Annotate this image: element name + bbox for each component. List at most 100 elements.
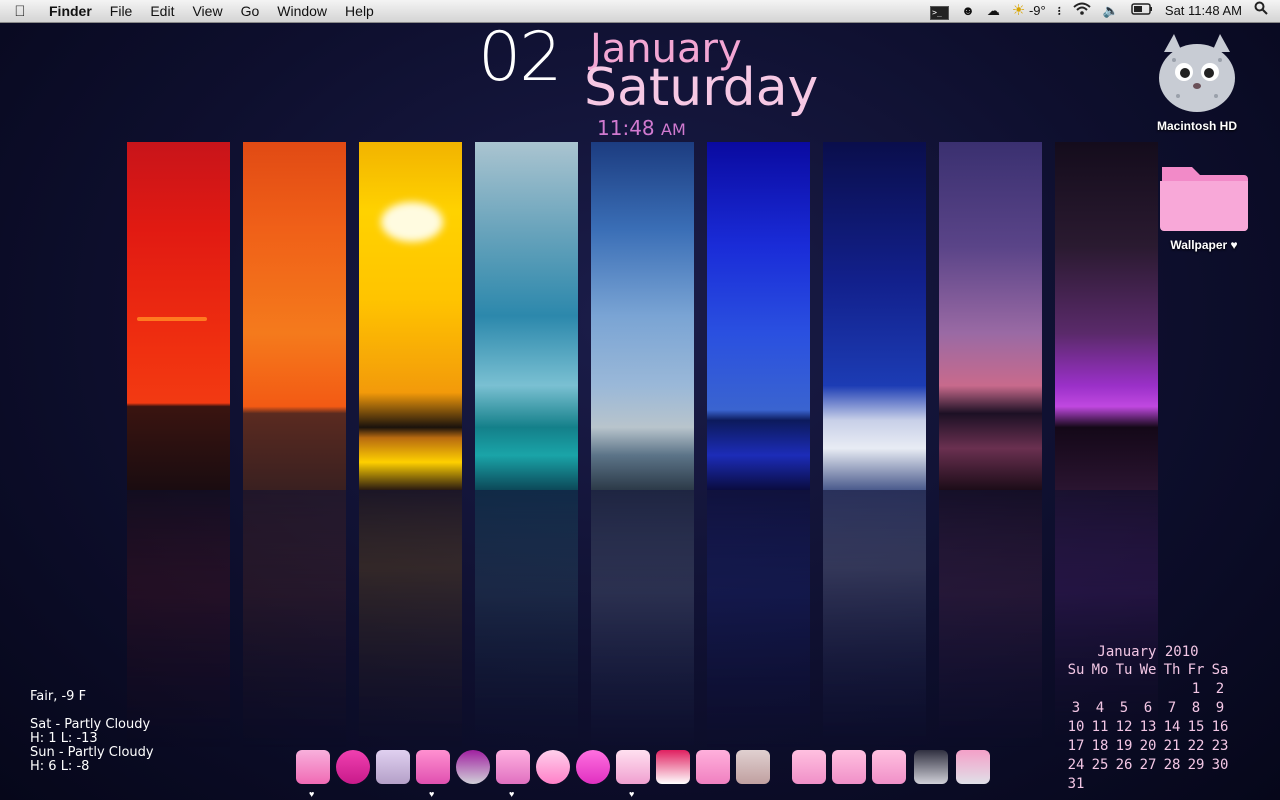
calendar-day: 18 bbox=[1091, 738, 1109, 754]
menu-edit[interactable]: Edit bbox=[141, 0, 183, 22]
calendar-weekday: Fr bbox=[1187, 662, 1205, 678]
calendar-weekday: Th bbox=[1163, 662, 1181, 678]
sun-glow bbox=[381, 202, 443, 242]
calendar-day: 10 bbox=[1067, 719, 1085, 735]
calendar-day bbox=[1112, 681, 1136, 698]
calendar-day: 25 bbox=[1091, 757, 1109, 773]
calendar-day: 6 bbox=[1143, 700, 1153, 716]
reflection-purple bbox=[939, 490, 1042, 750]
applications-folder-icon[interactable] bbox=[792, 750, 826, 784]
itunes-icon[interactable] bbox=[616, 750, 650, 784]
running-indicator-icon: ♥ bbox=[629, 789, 635, 799]
menubar-clock[interactable]: Sat 11:48 AM bbox=[1159, 0, 1248, 22]
desktop-icon-label: Wallpaper ♥ bbox=[1170, 238, 1238, 252]
calendar-day: 22 bbox=[1187, 738, 1205, 754]
calendar-day: 12 bbox=[1115, 719, 1133, 735]
battery-icon[interactable] bbox=[1125, 0, 1159, 22]
calendar-day bbox=[1064, 681, 1088, 698]
spotlight-icon[interactable] bbox=[1248, 0, 1280, 22]
clock-day: 02 bbox=[478, 18, 563, 97]
calendar-weekday: We bbox=[1139, 662, 1157, 678]
desktop-icon-label: Macintosh HD bbox=[1156, 119, 1237, 133]
wallpaper-panel-yellow bbox=[359, 142, 462, 490]
menu-window[interactable]: Window bbox=[268, 0, 336, 22]
reflection-sky bbox=[591, 490, 694, 750]
skype-icon[interactable] bbox=[536, 750, 570, 784]
calendar-widget: January 2010 Su Mo Tu We Th Fr Sa 1 2 3 4 5 6 7 8 9 10 11… bbox=[1064, 644, 1232, 793]
calendar-day: 7 bbox=[1167, 700, 1177, 716]
apple-menu-icon[interactable]:  bbox=[0, 3, 40, 20]
calendar-day bbox=[1160, 681, 1184, 698]
calendar-day: 31 bbox=[1067, 776, 1085, 792]
dashboard-icon[interactable] bbox=[336, 750, 370, 784]
reflection-navy bbox=[823, 490, 926, 750]
clock-ampm: AM bbox=[661, 120, 686, 139]
running-indicator-icon: ♥ bbox=[429, 789, 435, 799]
calendar-weekday: Tu bbox=[1115, 662, 1133, 678]
preview-icon[interactable] bbox=[416, 750, 450, 784]
calendar-day: 8 bbox=[1191, 700, 1201, 716]
bluetooth-icon[interactable]: ᎒ bbox=[1052, 0, 1067, 22]
desktop-icon-wallpaper[interactable]: Wallpaper ♥ bbox=[1152, 155, 1256, 252]
menu-view[interactable]: View bbox=[183, 0, 231, 22]
sunset-streak bbox=[137, 317, 207, 321]
mission-control-icon[interactable] bbox=[376, 750, 410, 784]
calendar-day: 2 bbox=[1215, 681, 1225, 697]
weather-current: Fair, -9 F bbox=[30, 689, 87, 704]
iphoto-icon[interactable] bbox=[736, 750, 770, 784]
forecast-day: Sun - Partly Cloudy bbox=[30, 745, 154, 760]
menu-bar:  Finder File Edit View Go Window Help >… bbox=[0, 0, 1280, 23]
volume-icon[interactable]: 🔈 bbox=[1097, 0, 1125, 22]
finder-icon[interactable] bbox=[296, 750, 330, 784]
adium-icon[interactable] bbox=[496, 750, 530, 784]
downloads-folder-icon[interactable] bbox=[872, 750, 906, 784]
weather-temp: -9° bbox=[1028, 3, 1046, 18]
calendar-day: 13 bbox=[1139, 719, 1157, 735]
safari-icon[interactable] bbox=[456, 750, 490, 784]
menu-file[interactable]: File bbox=[101, 0, 142, 22]
calendar-day bbox=[1136, 681, 1160, 698]
address-book-icon[interactable] bbox=[696, 750, 730, 784]
calendar-day: 27 bbox=[1139, 757, 1157, 773]
calendar-day: 11 bbox=[1091, 719, 1109, 735]
sun-icon: ☀ bbox=[1011, 2, 1026, 19]
calendar-title: January 2010 bbox=[1097, 644, 1199, 660]
menu-help[interactable]: Help bbox=[336, 0, 383, 22]
wallpaper-panel-orange bbox=[243, 142, 346, 490]
ical-icon[interactable] bbox=[656, 750, 690, 784]
calendar-weekday: Sa bbox=[1211, 662, 1229, 678]
wallpaper-panel-navy bbox=[823, 142, 926, 490]
wifi-icon[interactable] bbox=[1067, 0, 1097, 22]
trash-icon[interactable] bbox=[956, 750, 990, 784]
calendar-day bbox=[1136, 776, 1160, 793]
ichat-icon[interactable] bbox=[576, 750, 610, 784]
calendar-day: 23 bbox=[1211, 738, 1229, 754]
calendar-day bbox=[1112, 776, 1136, 793]
weather-menu[interactable]: ☀ -9° bbox=[1006, 0, 1052, 22]
calendar-day: 17 bbox=[1067, 738, 1085, 754]
documents-folder-icon[interactable] bbox=[832, 750, 866, 784]
calendar-weekday: Mo bbox=[1091, 662, 1109, 678]
cloud-icon[interactable]: ☁ bbox=[981, 0, 1006, 22]
desktop-icon-macintosh-hd[interactable]: Macintosh HD bbox=[1145, 30, 1249, 133]
running-indicator-icon: ♥ bbox=[309, 789, 315, 799]
menu-app-finder[interactable]: Finder bbox=[40, 0, 101, 22]
calendar-day: 15 bbox=[1187, 719, 1205, 735]
forecast-hl: H: 1 L: -13 bbox=[30, 731, 98, 746]
running-indicator-icon: ♥ bbox=[509, 789, 515, 799]
calendar-day: 16 bbox=[1211, 719, 1229, 735]
calendar-weekday: Su bbox=[1067, 662, 1085, 678]
screenshot-icon[interactable] bbox=[914, 750, 948, 784]
calendar-day bbox=[1208, 776, 1232, 793]
forecast-day: Sat - Partly Cloudy bbox=[30, 717, 151, 732]
weather-widget: Fair, -9 F Sat - Partly Cloudy H: 1 L: -… bbox=[30, 690, 154, 774]
calendar-day: 14 bbox=[1163, 719, 1181, 735]
wallpaper-panel-teal bbox=[475, 142, 578, 490]
terminal-icon[interactable]: >_ bbox=[924, 0, 955, 22]
menu-go[interactable]: Go bbox=[232, 0, 269, 22]
calendar-day: 19 bbox=[1115, 738, 1133, 754]
calendar-grid: Su Mo Tu We Th Fr Sa 1 2 3 4 5 6 7 8 9 10 11 12 13 14 15 16 17 1… bbox=[1064, 662, 1232, 793]
calendar-day: 29 bbox=[1187, 757, 1205, 773]
calendar-day: 1 bbox=[1191, 681, 1201, 697]
alien-icon[interactable]: ☻ bbox=[955, 0, 981, 22]
